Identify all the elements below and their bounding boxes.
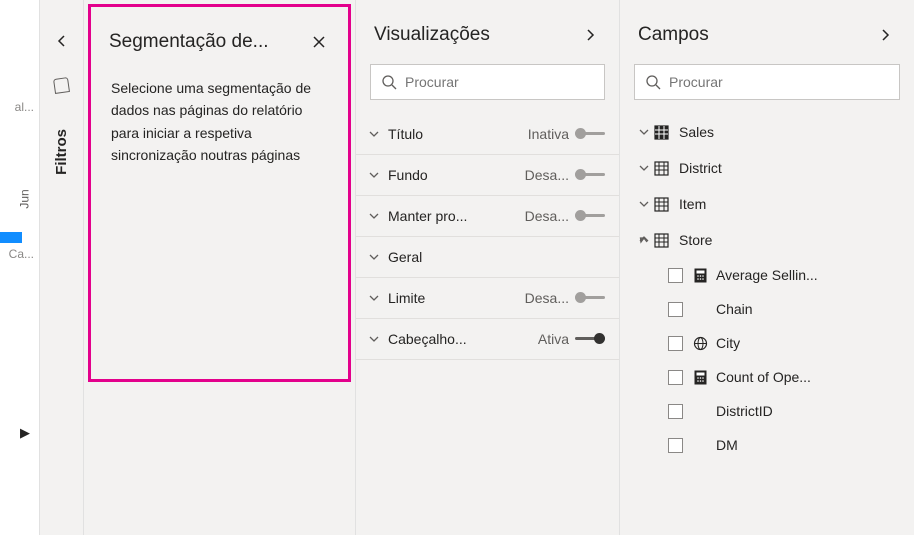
visualizations-pane: Visualizações Título Inativa Fundo Desa.… xyxy=(356,0,620,535)
field-item[interactable]: Average Sellin... xyxy=(620,258,914,292)
property-label: Geral xyxy=(388,249,605,265)
field-name: DistrictID xyxy=(716,403,773,419)
field-icon xyxy=(693,438,708,453)
visualizations-search[interactable] xyxy=(370,64,605,100)
format-property-row[interactable]: Fundo Desa... xyxy=(356,155,619,196)
sync-slicers-highlight: Segmentação de... Selecione uma segmenta… xyxy=(88,4,351,382)
field-name: Average Sellin... xyxy=(716,267,818,283)
field-checkbox[interactable] xyxy=(668,404,683,419)
field-checkbox[interactable] xyxy=(668,268,683,283)
format-property-row[interactable]: Manter pro... Desa... xyxy=(356,196,619,237)
field-icon xyxy=(693,404,708,419)
globe-icon xyxy=(693,336,708,351)
table-name: Store xyxy=(679,232,712,248)
table-name: Sales xyxy=(679,124,714,140)
field-item[interactable]: City xyxy=(620,326,914,360)
property-label: Fundo xyxy=(388,167,525,183)
property-label: Manter pro... xyxy=(388,208,525,224)
property-status: Desa... xyxy=(525,167,569,183)
chevron-down-icon xyxy=(368,210,384,222)
field-table[interactable]: Store xyxy=(620,222,914,258)
visualizations-search-input[interactable] xyxy=(405,74,594,90)
field-table[interactable]: Item xyxy=(620,186,914,222)
field-icon xyxy=(693,302,708,317)
visualizations-title: Visualizações xyxy=(374,24,579,46)
fields-search-input[interactable] xyxy=(669,74,889,90)
calculator-icon xyxy=(693,268,708,283)
field-item[interactable]: Count of Ope... xyxy=(620,360,914,394)
field-name: DM xyxy=(716,437,738,453)
field-name: City xyxy=(716,335,740,351)
property-toggle[interactable] xyxy=(575,291,605,305)
sync-slicers-pane: Segmentação de... Selecione uma segmenta… xyxy=(84,0,356,535)
property-toggle[interactable] xyxy=(575,332,605,346)
chevron-down-icon xyxy=(368,128,384,140)
collapse-pane-icon[interactable] xyxy=(874,24,896,46)
page-nav-next[interactable]: ▶ xyxy=(16,421,39,445)
field-table[interactable]: District xyxy=(620,150,914,186)
filters-label: Filtros xyxy=(53,129,70,175)
table-name: Item xyxy=(679,196,706,212)
chevron-down-icon xyxy=(368,251,384,263)
table-icon xyxy=(654,161,669,176)
chevron-down-icon xyxy=(638,126,654,138)
format-property-row[interactable]: Cabeçalho... Ativa xyxy=(356,319,619,360)
format-property-row[interactable]: Limite Desa... xyxy=(356,278,619,319)
chevron-down-icon xyxy=(368,333,384,345)
field-item[interactable]: Chain xyxy=(620,292,914,326)
table-name: District xyxy=(679,160,722,176)
chevron-up-icon xyxy=(638,234,654,246)
collapse-pane-icon[interactable] xyxy=(579,24,601,46)
property-toggle[interactable] xyxy=(575,168,605,182)
axis-label: al... xyxy=(0,100,39,114)
table-icon xyxy=(654,125,669,140)
filter-erase-icon[interactable] xyxy=(53,77,70,94)
property-label: Título xyxy=(388,126,528,142)
bar-chart-fragment xyxy=(0,232,22,243)
format-property-row[interactable]: Título Inativa xyxy=(356,114,619,155)
format-property-row[interactable]: Geral xyxy=(356,237,619,278)
field-checkbox[interactable] xyxy=(668,370,683,385)
sync-slicers-message: Selecione uma segmentação de dados nas p… xyxy=(91,71,348,167)
canvas-left-edge: al... Jun Ca... ▶ xyxy=(0,0,40,535)
fields-search[interactable] xyxy=(634,64,900,100)
field-checkbox[interactable] xyxy=(668,438,683,453)
axis-label: Jun xyxy=(0,159,39,239)
search-icon xyxy=(381,74,397,90)
chevron-down-icon xyxy=(368,169,384,181)
table-icon xyxy=(654,233,669,248)
calculator-icon xyxy=(693,370,708,385)
filters-pane-collapsed[interactable]: Filtros xyxy=(40,0,84,535)
property-status: Desa... xyxy=(525,290,569,306)
expand-filters-icon[interactable] xyxy=(55,34,69,48)
close-icon[interactable] xyxy=(308,31,330,53)
property-toggle[interactable] xyxy=(575,127,605,141)
field-name: Chain xyxy=(716,301,753,317)
field-item[interactable]: DistrictID xyxy=(620,394,914,428)
fields-title: Campos xyxy=(638,24,874,46)
property-status: Ativa xyxy=(538,331,569,347)
field-item[interactable]: DM xyxy=(620,428,914,462)
property-label: Cabeçalho... xyxy=(388,331,538,347)
axis-label: Ca... xyxy=(0,247,39,261)
property-status: Desa... xyxy=(525,208,569,224)
sync-slicers-title: Segmentação de... xyxy=(109,31,308,53)
field-checkbox[interactable] xyxy=(668,302,683,317)
chevron-down-icon xyxy=(368,292,384,304)
chevron-down-icon xyxy=(638,162,654,174)
field-name: Count of Ope... xyxy=(716,369,811,385)
field-table[interactable]: Sales xyxy=(620,114,914,150)
property-status: Inativa xyxy=(528,126,569,142)
table-icon xyxy=(654,197,669,212)
search-icon xyxy=(645,74,661,90)
property-label: Limite xyxy=(388,290,525,306)
property-toggle[interactable] xyxy=(575,209,605,223)
field-checkbox[interactable] xyxy=(668,336,683,351)
fields-pane: Campos Sales District Item Store Average… xyxy=(620,0,914,535)
chevron-down-icon xyxy=(638,198,654,210)
